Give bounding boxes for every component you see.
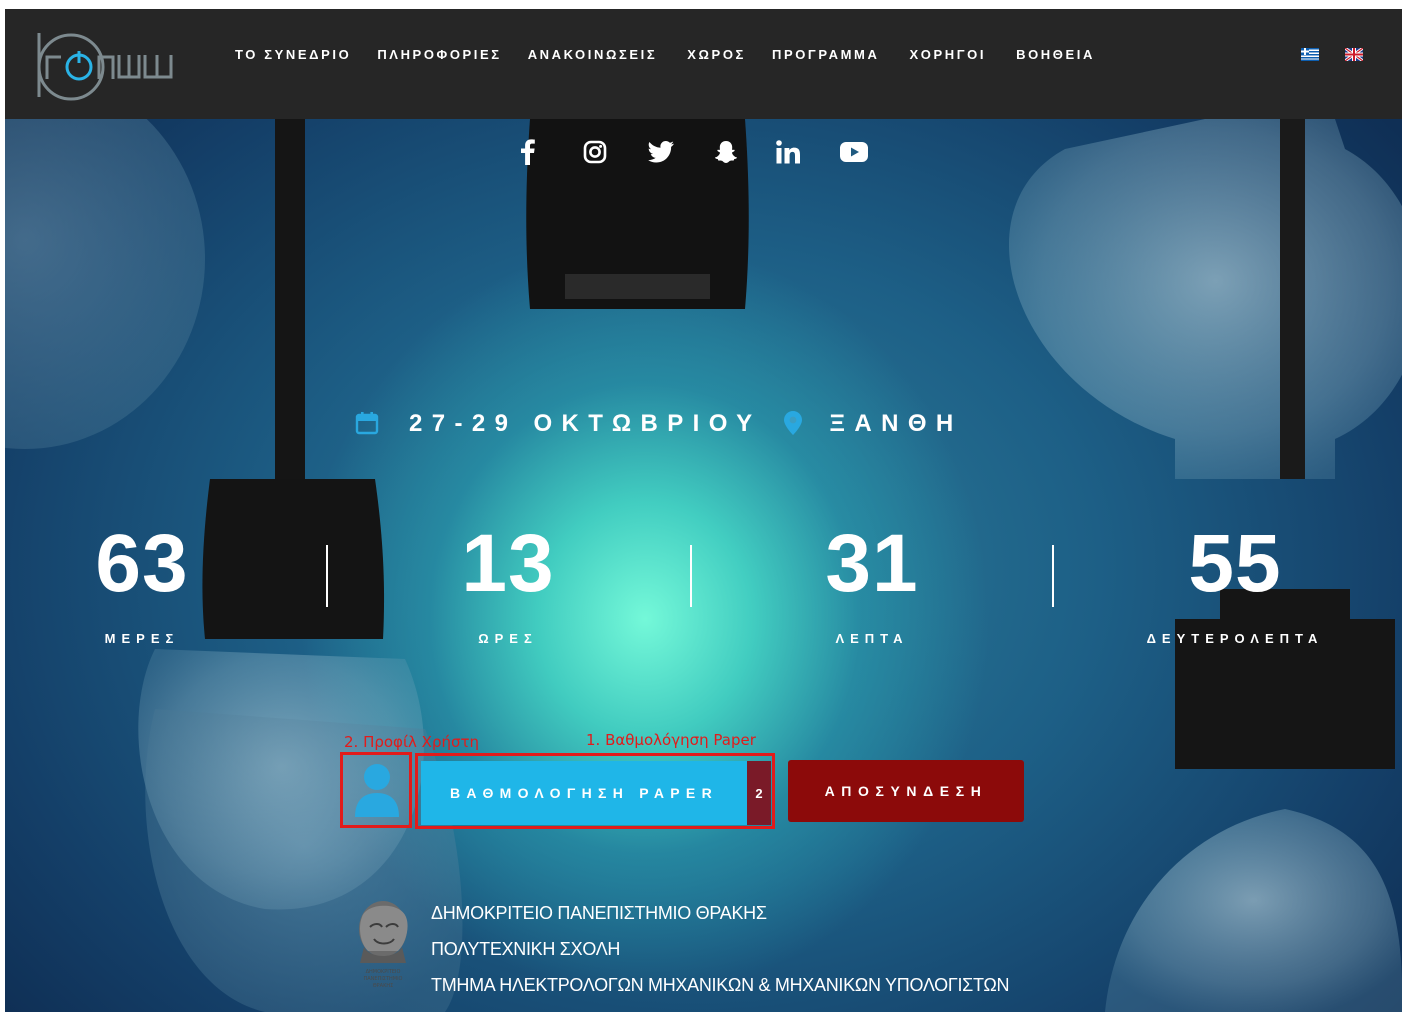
twitter-icon[interactable] — [646, 137, 676, 167]
conference-logo[interactable] — [23, 19, 183, 103]
social-links — [5, 137, 1402, 167]
linkedin-icon[interactable] — [773, 137, 803, 167]
school-name: ΠΟΛΥΤΕΧΝΙΚΗ ΣΧΟΛΗ — [431, 939, 621, 959]
instagram-icon[interactable] — [580, 137, 610, 167]
nav-item-help[interactable]: ΒΟΗΘΕΙΑ — [1016, 47, 1095, 62]
svg-text:ΔΗΜΟΚΡΙΤΕΙΟ: ΔΗΜΟΚΡΙΤΕΙΟ — [366, 969, 401, 975]
nav-item-sponsors[interactable]: ΧΟΡΗΓΟΙ — [909, 47, 986, 62]
university-seal-logo: ΔΗΜΟΚΡΙΤΕΙΟ ΠΑΝΕΠΙΣΤΗΜΙΟ ΘΡΑΚΗΣ — [350, 899, 416, 993]
language-switcher — [1301, 46, 1364, 63]
countdown-hours-label: ΩΡΕΣ — [478, 631, 538, 646]
youtube-icon[interactable] — [839, 137, 869, 167]
event-location: ΞΑΝΘΗ — [829, 410, 963, 437]
paper-grading-button[interactable]: ΒΑΘΜΟΛΟΓΗΣΗ PAPER — [421, 761, 747, 825]
university-name: ΔΗΜΟΚΡΙΤΕΙΟ ΠΑΝΕΠΙΣΤΗΜΙΟ ΘΡΑΚΗΣ — [431, 903, 767, 923]
nav-item-program[interactable]: ΠΡΟΓΡΑΜΜΑ — [772, 47, 880, 62]
countdown-days-value: 63 — [95, 518, 189, 609]
countdown-separator — [690, 545, 692, 607]
countdown-minutes-value: 31 — [825, 518, 919, 609]
countdown-seconds-label: ΔΕΥΤΕΡΟΛΕΠΤΑ — [1146, 631, 1324, 646]
paper-count-badge: 2 — [747, 761, 771, 825]
svg-text:ΠΑΝΕΠΙΣΤΗΜΙΟ: ΠΑΝΕΠΙΣΤΗΜΙΟ — [363, 976, 402, 982]
uk-flag-icon[interactable] — [1344, 46, 1364, 63]
user-icon — [355, 764, 399, 817]
facebook-icon[interactable] — [513, 137, 543, 167]
countdown-minutes-label: ΛΕΠΤΑ — [835, 631, 909, 646]
nav-item-venue[interactable]: ΧΩΡΟΣ — [687, 47, 746, 62]
greek-flag-icon[interactable] — [1301, 48, 1319, 61]
main-menu: ΤΟ ΣΥΝΕΔΡΙΟ ΠΛΗΡΟΦΟΡΙΕΣ ΑΝΑΚΟΙΝΩΣΕΙΣ ΧΩΡ… — [235, 47, 1095, 62]
annotation-grading-label: 1. Βαθμολόγηση Paper — [586, 731, 756, 749]
event-dates: 27-29 ΟΚΤΩΒΡΙΟΥ — [409, 410, 762, 437]
calendar-icon — [355, 411, 383, 437]
countdown-seconds-value: 55 — [1188, 518, 1282, 609]
logout-button[interactable]: ΑΠΟΣΥΝΔΕΣΗ — [788, 760, 1024, 822]
nav-item-information[interactable]: ΠΛΗΡΟΦΟΡΙΕΣ — [377, 47, 501, 62]
event-info: 27-29 ΟΚΤΩΒΡΙΟΥ ΞΑΝΘΗ — [355, 409, 963, 439]
svg-text:ΘΡΑΚΗΣ: ΘΡΑΚΗΣ — [373, 983, 394, 989]
top-navbar: ΤΟ ΣΥΝΕΔΡΙΟ ΠΛΗΡΟΦΟΡΙΕΣ ΑΝΑΚΟΙΝΩΣΕΙΣ ΧΩΡ… — [5, 9, 1402, 119]
map-pin-icon — [783, 411, 804, 437]
nav-item-announcements[interactable]: ΑΝΑΚΟΙΝΩΣΕΙΣ — [528, 47, 658, 62]
page-frame: ΤΟ ΣΥΝΕΔΡΙΟ ΠΛΗΡΟΦΟΡΙΕΣ ΑΝΑΚΟΙΝΩΣΕΙΣ ΧΩΡ… — [5, 9, 1402, 1012]
annotation-profile-label: 2. Προφίλ Χρήστη — [344, 733, 480, 751]
countdown-separator — [326, 545, 328, 607]
department-name: ΤΜΗΜΑ ΗΛΕΚΤΡΟΛΟΓΩΝ ΜΗΧΑΝΙΚΩΝ & ΜΗΧΑΝΙΚΩΝ… — [431, 975, 1010, 995]
user-profile-button[interactable] — [345, 756, 409, 824]
countdown-days-label: ΜΕΡΕΣ — [104, 631, 180, 646]
nav-item-conference[interactable]: ΤΟ ΣΥΝΕΔΡΙΟ — [235, 47, 351, 62]
countdown-separator — [1052, 545, 1054, 607]
countdown-hours-value: 13 — [461, 518, 555, 609]
snapchat-icon[interactable] — [711, 137, 741, 167]
